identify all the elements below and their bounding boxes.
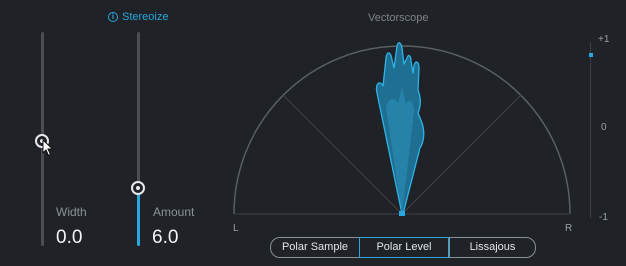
amount-label: Amount [153,205,195,219]
info-icon[interactable]: i [108,12,118,22]
scope-mode-selector: Polar Sample Polar Level Lissajous [270,237,536,258]
vectorscope-title: Vectorscope [368,12,429,24]
vectorscope-left-label: L [233,223,239,234]
vectorscope-guide-right [401,94,522,215]
correlation-meter-indicator [589,53,593,57]
mode-lissajous-button[interactable]: Lissajous [449,238,535,257]
stereo-imager-panel: Width 0.0 Amount 6.0 i Stereoize Vectors… [0,0,626,266]
correlation-meter-track [590,42,591,218]
amount-slider-handle[interactable] [131,181,145,195]
correlation-mid-label: 0 [601,122,607,133]
correlation-top-label: +1 [598,34,610,45]
width-value[interactable]: 0.0 [56,227,82,249]
amount-slider-track[interactable] [137,32,140,246]
vectorscope-display [233,42,571,216]
module-title: i Stereoize [108,11,168,23]
amount-value[interactable]: 6.0 [152,227,178,249]
mouse-cursor-icon [42,139,54,157]
vectorscope-origin-marker [399,211,405,216]
correlation-bottom-label: -1 [599,212,608,223]
module-title-text: Stereoize [122,11,169,23]
width-label: Width [56,205,87,219]
amount-slider-fill [137,188,140,246]
mode-polar-level-button[interactable]: Polar Level [359,237,449,258]
mode-polar-sample-button[interactable]: Polar Sample [271,238,359,257]
vectorscope-right-label: R [565,223,573,234]
